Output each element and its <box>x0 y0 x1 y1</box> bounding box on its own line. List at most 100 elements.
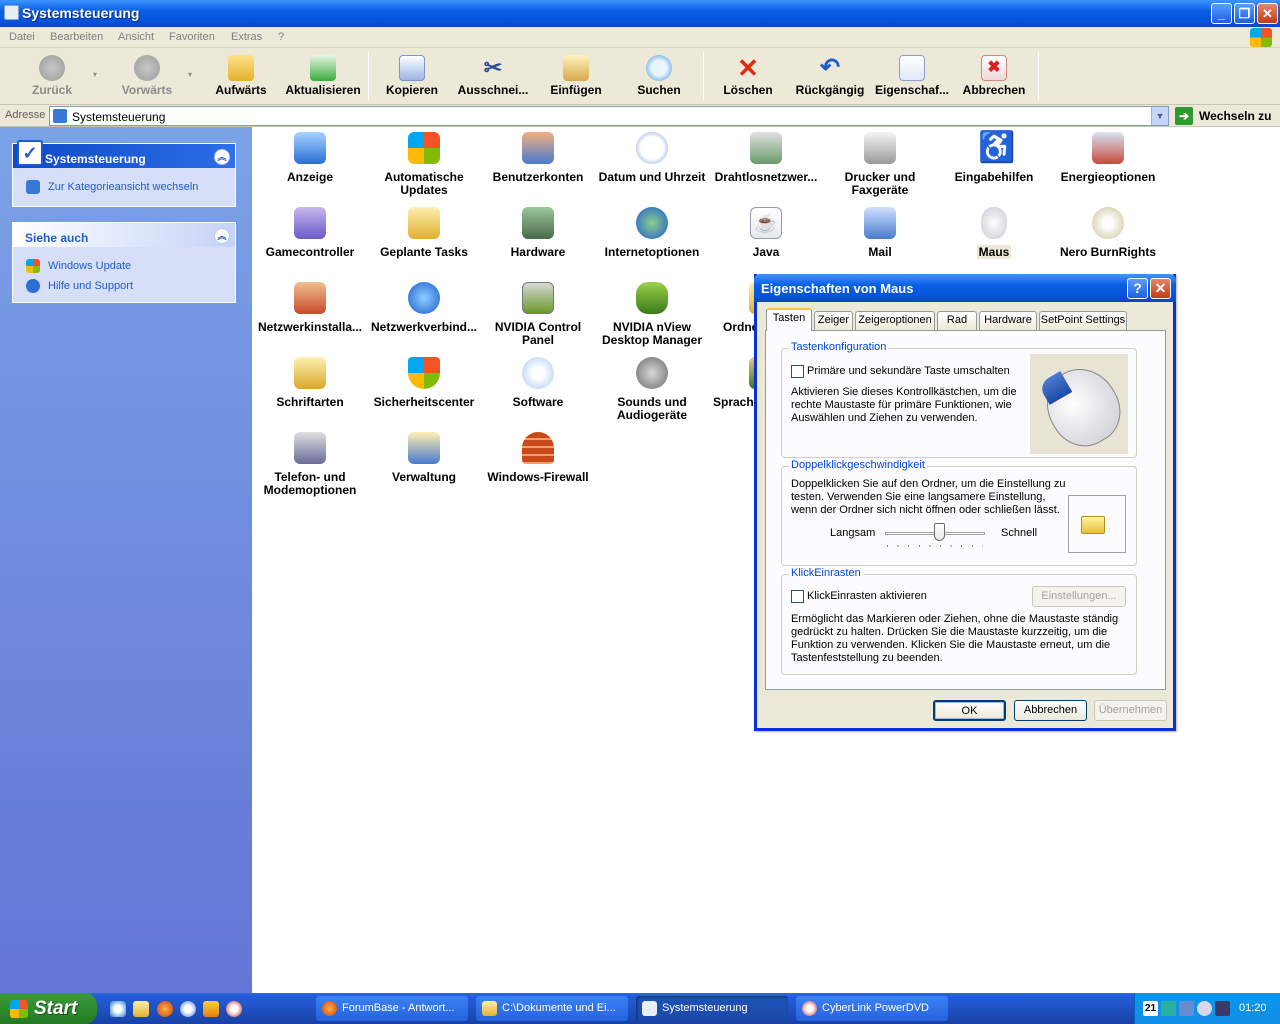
item-gamecontroller[interactable]: Gamecontroller <box>253 207 367 259</box>
ok-button[interactable]: OK <box>933 700 1006 721</box>
task-systemsteuerung[interactable]: Systemsteuerung <box>636 996 788 1021</box>
item-datum-uhrzeit[interactable]: Datum und Uhrzeit <box>595 132 709 184</box>
slider-thumb[interactable] <box>933 523 945 541</box>
task-forumbase[interactable]: ForumBase - Antwort... <box>316 996 468 1021</box>
item-java[interactable]: ☕ Java <box>709 207 823 259</box>
cancel-toolbar-button[interactable]: ✖ Abbrechen <box>960 52 1028 100</box>
item-drucker-fax[interactable]: Drucker und Faxgeräte <box>823 132 937 197</box>
tray-app-icon[interactable] <box>1161 1001 1176 1016</box>
quicklaunch-app-icon[interactable] <box>226 1001 242 1017</box>
tab-setpoint[interactable]: SetPoint Settings <box>1039 311 1127 330</box>
close-button[interactable]: ✕ <box>1257 3 1278 24</box>
collapse-chevron-icon[interactable]: ︽ <box>214 149 230 165</box>
item-internetoptionen[interactable]: Internetoptionen <box>595 207 709 259</box>
minimize-button[interactable]: _ <box>1211 3 1232 24</box>
tab-zeiger[interactable]: Zeiger <box>814 311 853 330</box>
cancel-button[interactable]: Abbrechen <box>1014 700 1087 721</box>
clicklock-checkbox-label[interactable]: KlickEinrasten aktivieren <box>807 590 927 603</box>
menu-help[interactable]: ? <box>278 31 284 43</box>
back-button[interactable]: Zurück <box>25 52 79 100</box>
item-drahtlosnetzwerk[interactable]: Drahtlosnetzwer... <box>709 132 823 184</box>
item-maus[interactable]: Maus <box>937 207 1051 259</box>
copy-button[interactable]: Kopieren <box>380 52 444 100</box>
address-dropdown-icon[interactable]: ▼ <box>1151 107 1168 125</box>
address-input[interactable]: Systemsteuerung ▼ <box>49 106 1169 126</box>
item-nvidia-nview[interactable]: NVIDIA nView Desktop Manager <box>595 282 709 347</box>
collapse-chevron-icon[interactable]: ︽ <box>214 228 230 244</box>
start-button[interactable]: Start <box>0 993 97 1024</box>
switch-buttons-checkbox[interactable] <box>791 365 804 378</box>
calendar-badge-icon[interactable]: 21 <box>1143 1001 1158 1016</box>
tab-zeigeroptionen[interactable]: Zeigeroptionen <box>855 311 935 330</box>
windows-update-link[interactable]: Windows Update <box>48 260 131 272</box>
item-hardware[interactable]: Hardware <box>481 207 595 259</box>
clicklock-settings-button[interactable]: Einstellungen... <box>1032 586 1126 607</box>
dialog-help-button[interactable]: ? <box>1127 278 1148 299</box>
menu-ansicht[interactable]: Ansicht <box>118 31 154 43</box>
item-sprache[interactable]: Sprach <box>709 357 781 409</box>
up-button[interactable]: Aufwärts <box>210 52 272 100</box>
item-eingabehilfen[interactable]: ♿ Eingabehilfen <box>937 132 1051 184</box>
forward-dropdown-icon[interactable]: ▾ <box>188 70 192 79</box>
test-folder-icon[interactable] <box>1081 516 1105 534</box>
forward-button[interactable]: Vorwärts <box>115 52 179 100</box>
help-support-link[interactable]: Hilfe und Support <box>48 280 133 292</box>
item-windows-firewall[interactable]: Windows-Firewall <box>481 432 595 484</box>
window-titlebar[interactable]: Systemsteuerung _ ❐ ✕ <box>0 0 1280 27</box>
item-schriftarten[interactable]: Schriftarten <box>253 357 367 409</box>
go-button[interactable]: ➔ Wechseln zu <box>1175 107 1279 125</box>
refresh-button[interactable]: Aktualisieren <box>282 52 364 100</box>
item-anzeige[interactable]: Anzeige <box>253 132 367 184</box>
dialog-titlebar[interactable]: Eigenschaften von Maus ? ✕ <box>754 274 1176 302</box>
cut-button[interactable]: ✂ Ausschnei... <box>455 52 531 100</box>
item-geplante-tasks[interactable]: Geplante Tasks <box>367 207 481 259</box>
task-powerdvd[interactable]: CyberLink PowerDVD <box>796 996 948 1021</box>
item-benutzerkonten[interactable]: Benutzerkonten <box>481 132 595 184</box>
dialog-close-button[interactable]: ✕ <box>1150 278 1171 299</box>
menu-bearbeiten[interactable]: Bearbeiten <box>50 31 103 43</box>
quicklaunch-ie-icon[interactable] <box>110 1001 126 1017</box>
quicklaunch-explorer-icon[interactable] <box>133 1001 149 1017</box>
item-netzwerkverbindungen[interactable]: Netzwerkverbind... <box>367 282 481 334</box>
undo-button[interactable]: ↶ Rückgängig <box>793 52 867 100</box>
item-sounds[interactable]: Sounds und Audiogeräte <box>595 357 709 422</box>
control-panel-pane-header[interactable]: ✓ Systemsteuerung ︽ <box>13 140 235 168</box>
back-dropdown-icon[interactable]: ▾ <box>93 70 97 79</box>
see-also-header[interactable]: Siehe auch ︽ <box>13 223 235 247</box>
quicklaunch-firefox-icon[interactable] <box>157 1001 173 1017</box>
item-ordner[interactable]: Ordne <box>709 282 781 334</box>
quicklaunch-winamp-icon[interactable] <box>203 1001 219 1017</box>
tray-speaker-icon[interactable] <box>1215 1001 1230 1016</box>
switch-buttons-label[interactable]: Primäre und sekundäre Taste umschalten <box>807 365 1010 378</box>
item-energieoptionen[interactable]: Energieoptionen <box>1051 132 1165 184</box>
tab-hardware[interactable]: Hardware <box>979 311 1037 330</box>
quicklaunch-mediaplayer-icon[interactable] <box>180 1001 196 1017</box>
category-view-link[interactable]: Zur Kategorieansicht wechseln <box>48 181 198 193</box>
item-netzwerkinstallation[interactable]: Netzwerkinstalla... <box>253 282 367 334</box>
test-folder-area[interactable] <box>1068 495 1126 553</box>
item-nvidia-control-panel[interactable]: NVIDIA Control Panel <box>481 282 595 347</box>
clicklock-checkbox[interactable] <box>791 590 804 603</box>
delete-button[interactable]: ✕ Löschen <box>718 52 778 100</box>
tab-rad[interactable]: Rad <box>937 311 977 330</box>
item-sicherheitscenter[interactable]: Sicherheitscenter <box>367 357 481 409</box>
tab-tasten[interactable]: Tasten <box>766 308 812 331</box>
properties-button[interactable]: Eigenschaf... <box>872 52 952 100</box>
task-dokumente[interactable]: C:\Dokumente und Ei... <box>476 996 628 1021</box>
tray-network-icon[interactable] <box>1179 1001 1194 1016</box>
menu-extras[interactable]: Extras <box>231 31 262 43</box>
menu-datei[interactable]: Datei <box>9 31 35 43</box>
tray-mouse-icon[interactable] <box>1197 1001 1212 1016</box>
item-nero-burnrights[interactable]: Nero BurnRights <box>1051 207 1165 259</box>
item-mail[interactable]: Mail <box>823 207 937 259</box>
item-automatische-updates[interactable]: Automatische Updates <box>367 132 481 197</box>
clock[interactable]: 01:20 <box>1239 1002 1267 1014</box>
paste-button[interactable]: Einfügen <box>545 52 607 100</box>
search-button[interactable]: Suchen <box>628 52 690 100</box>
item-software[interactable]: Software <box>481 357 595 409</box>
apply-button[interactable]: Übernehmen <box>1094 700 1167 721</box>
maximize-button[interactable]: ❐ <box>1234 3 1255 24</box>
double-click-slider[interactable] <box>885 523 985 553</box>
item-verwaltung[interactable]: Verwaltung <box>367 432 481 484</box>
menu-favoriten[interactable]: Favoriten <box>169 31 215 43</box>
